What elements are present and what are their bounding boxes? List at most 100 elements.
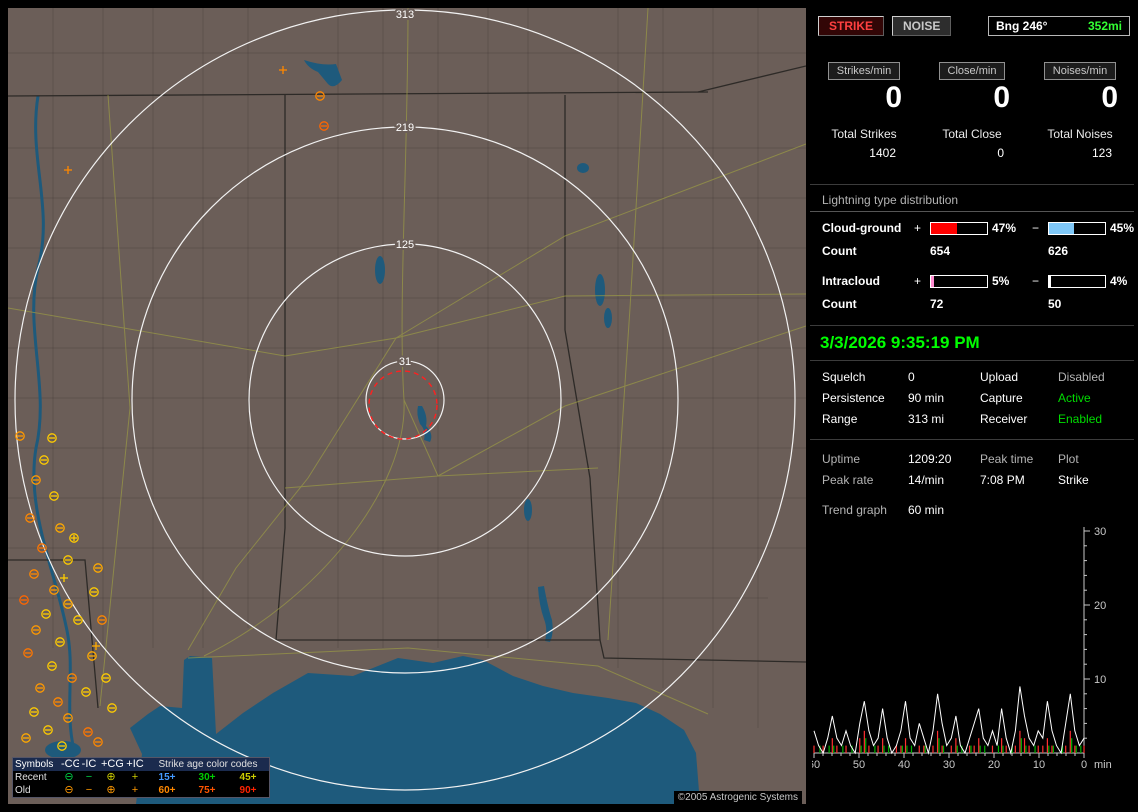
trend-window-value: 60 min — [908, 503, 945, 517]
age-code-15: 15+ — [158, 772, 176, 783]
total-noises-value: 123 — [1091, 146, 1112, 160]
right-panel: STRIKE NOISE Bng 246° 352mi Strikes/min … — [810, 8, 1134, 804]
total-strikes-label: Total Strikes — [831, 127, 897, 141]
total-noises-label: Total Noises — [1047, 127, 1113, 141]
bearing-readout: Bng 246° 352mi — [988, 16, 1130, 36]
trend-series — [813, 686, 1085, 755]
divider — [810, 360, 1134, 361]
svg-text:50: 50 — [853, 759, 865, 771]
cg-negative-count: 626 — [1048, 244, 1069, 258]
upload-label: Upload — [980, 370, 1019, 384]
svg-text:40: 40 — [898, 759, 910, 771]
range-ring-label: 31 — [399, 356, 411, 368]
persistence-value: 90 min — [908, 391, 945, 405]
plus-sign: + — [914, 221, 922, 235]
divider — [810, 439, 1134, 440]
recent-pos-cg-icon: ⊕ — [106, 771, 116, 783]
age-code-30: 30+ — [198, 772, 216, 783]
svg-text:min: min — [1094, 759, 1112, 771]
cg-negative-bar — [1048, 221, 1106, 235]
ic-positive-count: 72 — [930, 297, 944, 311]
cloud-ground-label: Cloud-ground — [822, 221, 902, 235]
divider — [810, 325, 1134, 326]
date-time-display: 3/3/2026 9:35:19 PM — [820, 333, 980, 352]
cloud-ground-distribution: Cloud-ground + 47% − 45% Count 654 626 — [810, 221, 1134, 258]
ic-positive-percent: 5% — [992, 274, 1010, 288]
upload-status: Disabled — [1058, 370, 1105, 384]
map-area[interactable]: 31 125 219 313 Symbols -CG -IC +CG +IC Stri… — [8, 8, 806, 804]
legend-col-neg-cg: -CG — [59, 758, 82, 771]
old-neg-ic-icon: − — [85, 784, 93, 796]
ic-positive-bar — [930, 274, 988, 288]
close-per-min-value: 0 — [993, 81, 1010, 114]
intracloud-distribution: Intracloud + 5% − 4% Count 72 50 — [810, 274, 1134, 311]
ic-negative-bar — [1048, 274, 1106, 288]
cg-positive-count: 654 — [930, 244, 951, 258]
squelch-value: 0 — [908, 370, 915, 384]
intracloud-label: Intracloud — [822, 274, 881, 288]
svg-text:10: 10 — [1033, 759, 1045, 771]
svg-text:60: 60 — [812, 759, 820, 771]
noises-per-min-label: Noises/min — [1043, 62, 1117, 80]
peak-time-label: Peak time — [980, 452, 1034, 466]
cg-positive-percent: 47% — [992, 221, 1017, 235]
trend-ticks — [813, 530, 1090, 758]
bearing-value: Bng 246° — [996, 19, 1048, 33]
strikes-per-min-value: 0 — [885, 81, 902, 114]
receiver-status: Enabled — [1058, 412, 1103, 426]
uptime-value: 1209:20 — [908, 452, 952, 466]
age-code-75: 75+ — [198, 785, 216, 796]
legend-symbols-header: Symbols — [13, 758, 59, 771]
plot-value: Strike — [1058, 473, 1089, 487]
ic-count-label: Count — [822, 297, 857, 311]
minus-sign: − — [1032, 274, 1040, 288]
cg-count-label: Count — [822, 244, 857, 258]
noise-button[interactable]: NOISE — [892, 16, 952, 36]
peak-time-value: 7:08 PM — [980, 473, 1025, 487]
trend-axis-labels: 10 20 30 60 50 40 30 20 10 0 min — [812, 526, 1112, 771]
recent-pos-ic-icon: + — [131, 771, 139, 783]
cg-positive-bar — [930, 221, 988, 235]
legend-col-pos-ic: +IC — [123, 758, 147, 771]
range-value: 313 mi — [908, 412, 945, 426]
recent-neg-cg-icon: ⊖ — [64, 771, 74, 783]
svg-text:20: 20 — [1094, 600, 1106, 612]
legend-old-label: Old — [15, 785, 31, 796]
old-neg-cg-icon: ⊖ — [64, 784, 74, 796]
copyright-credit: ©2005 Astrogenic Systems — [673, 791, 802, 804]
svg-text:30: 30 — [1094, 526, 1106, 538]
legend-age-header: Strike age color codes — [147, 758, 269, 771]
legend-col-neg-ic: -IC — [79, 758, 99, 771]
rate-stats: Strikes/min 0 Total Strikes 1402 Close/m… — [810, 62, 1134, 160]
age-code-45: 45+ — [239, 772, 257, 783]
capture-status: Active — [1058, 391, 1091, 405]
receiver-label: Receiver — [980, 412, 1028, 426]
range-label: Range — [822, 412, 858, 426]
range-ring-label: 219 — [396, 122, 414, 134]
settings-table: Squelch 0 Upload Disabled Persistence 90… — [810, 370, 1134, 426]
peak-rate-label: Peak rate — [822, 473, 874, 487]
legend-col-pos-cg: +CG — [99, 758, 124, 771]
trend-graph-label: Trend graph — [822, 503, 887, 517]
plus-sign: + — [914, 274, 922, 288]
total-close-value: 0 — [997, 146, 1004, 160]
svg-text:20: 20 — [988, 759, 1000, 771]
persistence-label: Persistence — [822, 391, 885, 405]
toolbar: STRIKE NOISE Bng 246° 352mi — [818, 16, 1130, 36]
age-code-90: 90+ — [239, 785, 257, 796]
cg-negative-percent: 45% — [1110, 221, 1135, 235]
distribution-title: Lightning type distribution — [810, 185, 1134, 212]
plot-label: Plot — [1058, 452, 1079, 466]
trend-axes — [814, 527, 1085, 754]
peak-rate-value: 14/min — [908, 473, 945, 487]
map-view[interactable]: 31 125 219 313 — [8, 8, 806, 804]
map-legend: Symbols -CG -IC +CG +IC Strike age color… — [12, 757, 270, 798]
capture-label: Capture — [980, 391, 1023, 405]
close-stat-column: Close/min 0 Total Close 0 — [918, 62, 1026, 160]
strike-button[interactable]: STRIKE — [818, 16, 885, 36]
ic-negative-count: 50 — [1048, 297, 1062, 311]
noises-stat-column: Noises/min 0 Total Noises 123 — [1026, 62, 1134, 160]
squelch-label: Squelch — [822, 370, 866, 384]
svg-text:10: 10 — [1094, 674, 1106, 686]
strike-symbol — [69, 533, 79, 543]
